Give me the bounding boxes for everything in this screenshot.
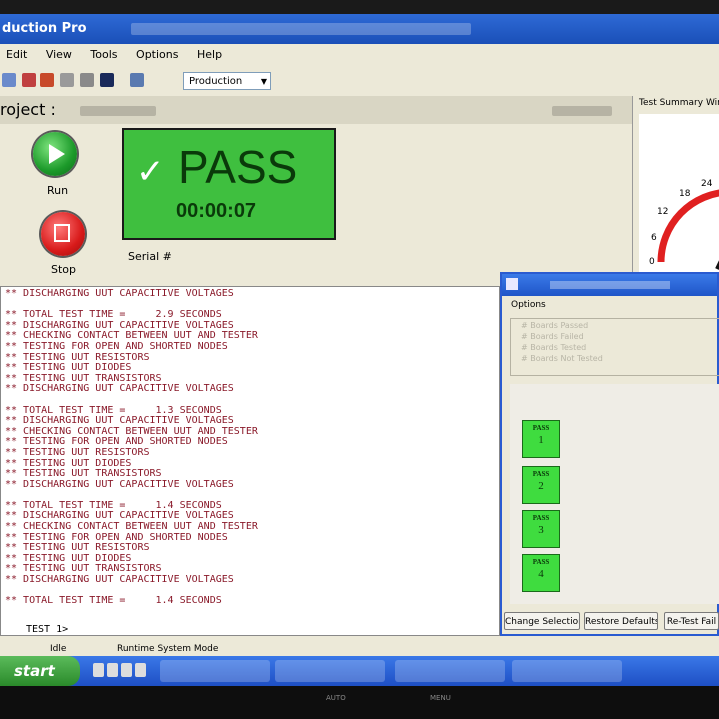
run-button[interactable]	[33, 132, 77, 176]
run-label: Run	[47, 184, 69, 197]
print-icon[interactable]	[80, 73, 94, 87]
summary-header: Test Summary Wind	[639, 98, 719, 108]
window-icon	[506, 278, 518, 290]
task-item-1[interactable]	[160, 660, 270, 682]
chevron-down-icon: ▼	[260, 77, 267, 86]
stop-button[interactable]	[41, 212, 85, 256]
status-mode: Runtime System Mode	[117, 644, 219, 654]
console-text: ** DISCHARGING UUT CAPACITIVE VOLTAGES *…	[5, 288, 258, 607]
task-item-3[interactable]	[395, 660, 505, 682]
options-label: Options	[511, 300, 546, 310]
gauge-tick-18: 18	[679, 189, 691, 199]
project-name-blur	[80, 106, 156, 116]
chart-icon[interactable]	[40, 73, 54, 87]
menu-tools[interactable]: Tools	[90, 48, 117, 61]
app-icon[interactable]	[135, 663, 146, 677]
menu-edit[interactable]: Edit	[6, 48, 27, 61]
stop-icon	[54, 224, 70, 242]
checkmark-icon: ✓	[136, 152, 165, 192]
title-blur	[131, 22, 472, 35]
monitor-menu-label: MENU	[430, 694, 451, 702]
board-1[interactable]: PASS 1	[522, 420, 560, 458]
result-status: PASS	[178, 141, 298, 193]
play-icon	[49, 144, 65, 164]
console-prompt[interactable]: TEST 1>	[26, 624, 68, 635]
board-3[interactable]: PASS 3	[522, 510, 560, 548]
title-bar: duction Pro	[0, 14, 719, 44]
settings-icon[interactable]	[130, 73, 144, 87]
status-state: Idle	[50, 644, 67, 654]
gauge-tick-24: 24	[701, 179, 713, 189]
start-label: start	[14, 662, 55, 680]
board-3-status: PASS	[532, 514, 550, 522]
monitor-auto-label: AUTO	[326, 694, 346, 702]
restore-defaults-button[interactable]: Restore Defaults	[584, 612, 658, 630]
gauge-tick-12: 12	[657, 207, 668, 217]
document-icon[interactable]	[60, 73, 74, 87]
change-selection-button[interactable]: Change Selection	[504, 612, 580, 630]
window-title: duction Pro	[2, 21, 87, 36]
board-3-number: 3	[538, 524, 544, 536]
board-2[interactable]: PASS 2	[522, 466, 560, 504]
gauge-panel: 0 6 12 18 24	[639, 114, 719, 286]
task-item-4[interactable]	[512, 660, 622, 682]
console-output[interactable]: ** DISCHARGING UUT CAPACITIVE VOLTAGES *…	[0, 286, 500, 636]
serial-label: Serial #	[128, 250, 172, 263]
menu-view[interactable]: View	[46, 48, 72, 61]
menu-bar: Edit View Tools Options Help	[0, 44, 719, 66]
board-4[interactable]: PASS 4	[522, 554, 560, 592]
stop-label: Stop	[51, 263, 77, 276]
board-1-number: 1	[538, 434, 544, 446]
status-bar: Idle Runtime System Mode	[0, 642, 719, 656]
desktop-screen: duction Pro Edit View Tools Options Help…	[0, 14, 719, 686]
terminal-icon[interactable]	[100, 73, 114, 87]
board-area: PASS 1 PASS 2 PASS 3 PASS 4	[510, 384, 719, 604]
mode-select-value: Production	[189, 76, 243, 87]
quick-launch	[93, 662, 153, 680]
menu-options[interactable]: Options	[136, 48, 178, 61]
result-elapsed: 00:00:07	[176, 200, 257, 222]
options-dialog: Options # Boards Passed # Boards Failed …	[500, 272, 719, 636]
toolbar	[0, 66, 719, 97]
gauge-tick-6: 6	[651, 233, 657, 243]
folder-icon[interactable]	[107, 663, 118, 677]
result-panel: ✓ PASS 00:00:07	[122, 128, 336, 240]
option-boards-failed[interactable]: # Boards Failed	[521, 332, 719, 341]
retest-fail-button[interactable]: Re-Test Fail	[664, 612, 719, 630]
option-boards-passed[interactable]: # Boards Passed	[521, 321, 719, 330]
dialog-title-bar	[502, 274, 717, 296]
dialog-title-blur	[550, 281, 670, 289]
option-boards-not-tested[interactable]: # Boards Not Tested	[521, 354, 719, 363]
desktop-icon[interactable]	[121, 663, 132, 677]
gauge-tick-0: 0	[649, 257, 655, 267]
start-button[interactable]: start	[0, 656, 80, 686]
test-summary-window: Test Summary Wind 0 6 12 18 24	[632, 96, 719, 286]
board-4-number: 4	[538, 568, 544, 580]
board-4-status: PASS	[532, 558, 550, 566]
project-code-blur	[552, 106, 612, 116]
project-bar: roject :	[0, 96, 632, 124]
option-boards-tested[interactable]: # Boards Tested	[521, 343, 719, 352]
board-2-number: 2	[538, 480, 544, 492]
tool-icon[interactable]	[22, 73, 36, 87]
option-list: # Boards Passed # Boards Failed # Boards…	[510, 318, 719, 376]
board-2-status: PASS	[532, 470, 550, 478]
gauge-icon: 0 6 12 18 24	[649, 179, 719, 270]
board-1-status: PASS	[532, 424, 550, 432]
mode-select[interactable]: Production ▼	[183, 72, 271, 90]
menu-help[interactable]: Help	[197, 48, 222, 61]
task-item-2[interactable]	[275, 660, 385, 682]
project-label: roject :	[0, 100, 56, 119]
monitor-bezel: AUTO MENU	[0, 686, 719, 719]
browser-icon[interactable]	[93, 663, 104, 677]
gauge-arc	[657, 189, 719, 263]
taskbar: start	[0, 656, 719, 686]
arrow-icon[interactable]	[2, 73, 16, 87]
